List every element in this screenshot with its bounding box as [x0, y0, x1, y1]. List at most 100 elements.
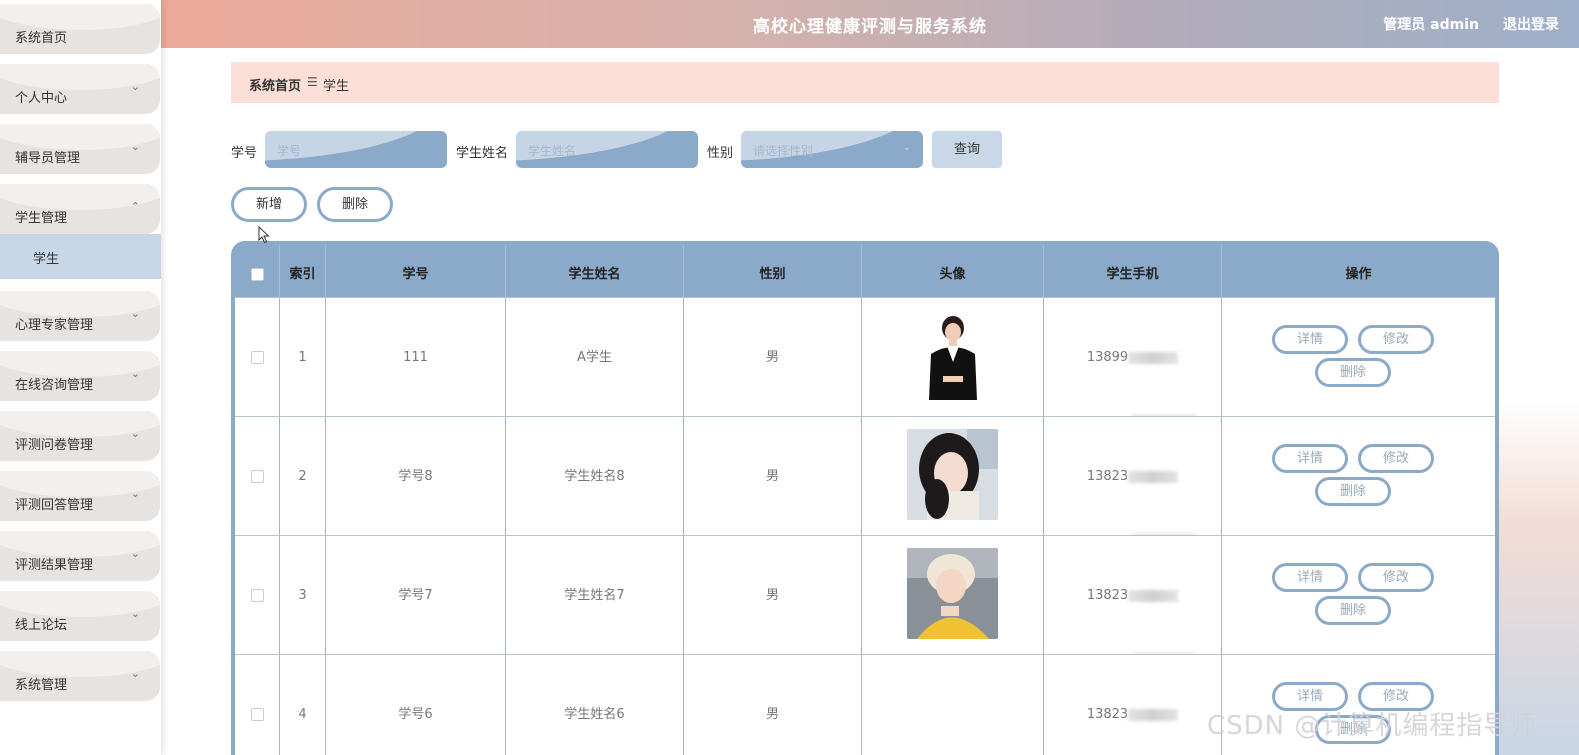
row-checkbox[interactable]: [251, 470, 264, 483]
student-id-cell: 学号6: [326, 655, 506, 755]
edit-button[interactable]: 修改: [1358, 444, 1434, 473]
breadcrumb: 系统首页 ☰ 学生: [231, 62, 1499, 103]
sidebar-item-label: 评测回答管理: [15, 498, 94, 513]
chevron-down-icon: ⌄: [130, 607, 140, 620]
avatar-image[interactable]: [907, 667, 998, 691]
table-row: 3 学号7 学生姓名7 男 13823 详情 修改 删除: [235, 535, 1495, 658]
edit-button[interactable]: 修改: [1358, 563, 1434, 592]
top-header: 高校心理健康评测与服务系统 管理员 admin 退出登录: [161, 0, 1579, 48]
gender-cell: 男: [684, 655, 862, 755]
sidebar-item-student-mgmt[interactable]: 学生管理 ⌃: [0, 184, 160, 234]
table-row: 1 111 A学生 男 13899 详情 修改 删除: [235, 297, 1495, 420]
header-student-name: 学生姓名: [506, 245, 684, 297]
sidebar-item-label: 在线咨询管理: [15, 378, 94, 393]
chevron-down-icon: ⌄: [130, 427, 140, 440]
row-checkbox[interactable]: [251, 708, 264, 721]
select-cell: [235, 655, 280, 755]
header-avatar: 头像: [862, 245, 1044, 297]
phone-cell: 13823: [1044, 536, 1222, 655]
phone-cell: 13823: [1044, 417, 1222, 536]
batch-delete-button[interactable]: 删除: [317, 187, 393, 222]
query-button[interactable]: 查询: [932, 131, 1002, 168]
sidebar-item-home[interactable]: 系统首页: [0, 4, 160, 54]
sidebar-item-label: 评测问卷管理: [15, 438, 94, 453]
sidebar-item-forum[interactable]: 线上论坛 ⌄: [0, 591, 160, 641]
select-cell: [235, 536, 280, 655]
student-id-cell: 学号7: [326, 536, 506, 655]
student-id-input[interactable]: 学号: [265, 131, 447, 168]
avatar-image[interactable]: [907, 548, 998, 639]
sidebar-item-consult-mgmt[interactable]: 在线咨询管理 ⌄: [0, 351, 160, 401]
sidebar-item-answer-mgmt[interactable]: 评测回答管理 ⌄: [0, 471, 160, 521]
delete-button[interactable]: 删除: [1315, 477, 1391, 506]
chevron-down-icon: ⌄: [130, 487, 140, 500]
phone-redacted: [1128, 351, 1179, 364]
add-button[interactable]: 新增: [231, 187, 307, 222]
watermark: CSDN @计算机编程指导师: [1207, 711, 1538, 741]
student-id-label: 学号: [231, 146, 258, 161]
operations-cell: 详情 修改 删除: [1222, 536, 1495, 655]
sidebar-item-label: 个人中心: [15, 91, 68, 106]
phone-redacted: [1128, 589, 1179, 602]
avatar-cell: [862, 417, 1044, 536]
sidebar-item-result-mgmt[interactable]: 评测结果管理 ⌄: [0, 531, 160, 581]
gender-cell: 男: [684, 536, 862, 655]
decorative-background: [1499, 400, 1579, 755]
avatar-cell: [862, 298, 1044, 417]
logout-link[interactable]: 退出登录: [1503, 14, 1559, 34]
input-placeholder: 学生姓名: [528, 144, 577, 158]
student-name-input[interactable]: 学生姓名: [516, 131, 698, 168]
breadcrumb-current: 学生: [323, 79, 350, 94]
table-row: 2 学号8 学生姓名8 男 13823 详情 修改 删除: [235, 416, 1495, 539]
sidebar: 系统首页 个人中心 ⌄ 辅导员管理 ⌄ 学生管理 ⌃ 学生 心理专家管理 ⌄ 在…: [0, 0, 161, 755]
detail-button[interactable]: 详情: [1272, 325, 1348, 354]
row-checkbox[interactable]: [251, 589, 264, 602]
chevron-down-icon: ⌄: [902, 142, 911, 153]
student-id-cell: 111: [326, 298, 506, 417]
detail-button[interactable]: 详情: [1272, 444, 1348, 473]
breadcrumb-home[interactable]: 系统首页: [249, 75, 301, 94]
student-name-label: 学生姓名: [456, 146, 509, 161]
row-checkbox[interactable]: [251, 351, 264, 364]
phone-text: 13823: [1086, 707, 1129, 722]
student-name-cell: 学生姓名8: [506, 417, 684, 536]
chevron-down-icon: ⌄: [130, 547, 140, 560]
delete-button[interactable]: 删除: [1315, 358, 1391, 387]
avatar-cell: [862, 655, 1044, 755]
student-name-cell: 学生姓名7: [506, 536, 684, 655]
sidebar-subitem-label: 学生: [33, 252, 60, 267]
breadcrumb-separator-icon: ☰: [307, 75, 318, 89]
index-cell: 2: [280, 417, 326, 536]
sidebar-item-personal-center[interactable]: 个人中心 ⌄: [0, 64, 160, 114]
sidebar-item-counselor-mgmt[interactable]: 辅导员管理 ⌄: [0, 124, 160, 174]
chevron-down-icon: ⌄: [130, 307, 140, 320]
header-select-cell: [235, 245, 280, 297]
app-title: 高校心理健康评测与服务系统: [753, 17, 987, 37]
edit-button[interactable]: 修改: [1358, 325, 1434, 354]
sidebar-item-system-mgmt[interactable]: 系统管理 ⌄: [0, 651, 160, 701]
select-all-checkbox[interactable]: [251, 268, 264, 281]
header-operations: 操作: [1345, 267, 1372, 282]
sidebar-item-expert-mgmt[interactable]: 心理专家管理 ⌄: [0, 291, 160, 341]
avatar-image[interactable]: [907, 310, 998, 401]
avatar-image[interactable]: [907, 429, 998, 520]
delete-button[interactable]: 删除: [1315, 596, 1391, 625]
gender-select[interactable]: 请选择性别 ⌄: [741, 131, 923, 168]
operations-cell: 详情 修改 删除: [1222, 417, 1495, 536]
student-name-cell: 学生姓名6: [506, 655, 684, 755]
students-table: 索引 学号 学生姓名 性别 头像 学生手机 操作 1 111 A学生 男 138…: [231, 241, 1499, 755]
header-index: 索引: [280, 245, 326, 297]
chevron-down-icon: ⌄: [130, 140, 140, 153]
detail-button[interactable]: 详情: [1272, 563, 1348, 592]
phone-redacted: [1128, 470, 1179, 483]
sidebar-item-questionnaire-mgmt[interactable]: 评测问卷管理 ⌄: [0, 411, 160, 461]
sidebar-subitem-student[interactable]: 学生: [0, 234, 161, 279]
index-cell: 1: [280, 298, 326, 417]
phone-redacted: [1128, 708, 1179, 721]
sidebar-item-label: 评测结果管理: [15, 558, 94, 573]
phone-text: 13823: [1086, 469, 1129, 484]
select-placeholder: 请选择性别: [753, 144, 814, 158]
phone-text: 13823: [1086, 588, 1129, 603]
gender-cell: 男: [684, 417, 862, 536]
header-phone: 学生手机: [1044, 245, 1222, 297]
